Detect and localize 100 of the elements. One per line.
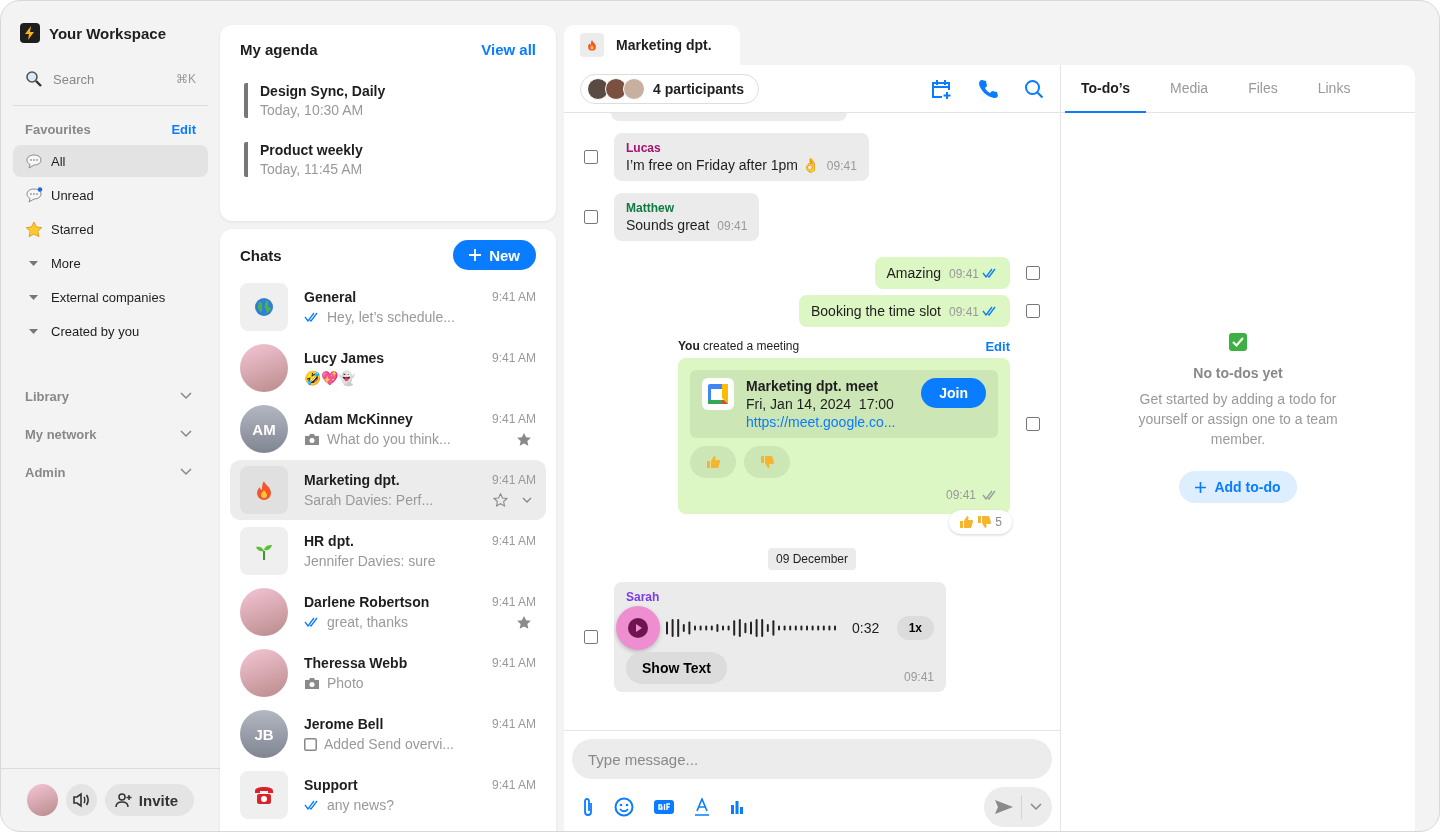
- participants-button[interactable]: 4 participants: [580, 73, 760, 104]
- meeting-caption: You created a meeting: [678, 339, 800, 354]
- panel-tab[interactable]: To-do’s: [1065, 65, 1146, 113]
- chat-list-item[interactable]: Theressa Webb 9:41 AM Photo: [230, 643, 546, 703]
- thumbs-down-icon: [760, 455, 774, 469]
- star-icon[interactable]: [516, 431, 532, 447]
- avatar-photo-placeholder[interactable]: [27, 784, 58, 816]
- chat-time: 9:41 AM: [491, 717, 536, 731]
- add-person-icon: [114, 792, 133, 808]
- chat-list-item[interactable]: AM Adam McKinney 9:41 AM What do you think...: [230, 399, 546, 459]
- chat-time: 9:41 AM: [491, 473, 536, 487]
- chat-time: 9:41 AM: [491, 351, 536, 365]
- message-text: I’m free on Friday after 1pm 👌: [626, 157, 819, 173]
- paperclip-icon[interactable]: [582, 797, 594, 817]
- play-icon: [628, 618, 648, 638]
- message-input[interactable]: Type message...: [572, 739, 1052, 779]
- gif-icon[interactable]: [654, 800, 674, 814]
- new-chat-button[interactable]: New: [453, 240, 536, 270]
- join-button[interactable]: Join: [921, 378, 986, 408]
- agenda-event[interactable]: Design Sync, Daily Today, 10:30 AM: [244, 83, 536, 118]
- message-preview: Hey, let’s schedule...: [327, 309, 455, 325]
- camera-icon: [304, 432, 320, 446]
- chat-time: 9:41 AM: [491, 778, 536, 792]
- message-preview: Jennifer Davies: sure: [304, 553, 436, 569]
- reaction-summary[interactable]: 5: [949, 510, 1012, 534]
- message-preview: What do you think...: [327, 431, 451, 447]
- plus-icon: [469, 249, 482, 261]
- message-checkbox[interactable]: [584, 150, 598, 164]
- conversation-tab[interactable]: Marketing dpt.: [564, 25, 740, 65]
- message-preview: great, thanks: [327, 614, 408, 630]
- thumbs-down-button[interactable]: [744, 446, 790, 478]
- sidebar-item[interactable]: Unread: [13, 179, 208, 211]
- search-icon[interactable]: [1024, 78, 1044, 99]
- chat-name: General: [304, 289, 357, 305]
- fire-icon: [255, 480, 273, 500]
- chat-list-item[interactable]: Lucy James 9:41 AM 🤣💖👻: [230, 338, 546, 398]
- edit-link[interactable]: Edit: [985, 339, 1010, 354]
- show-text-button[interactable]: Show Text: [626, 652, 727, 684]
- text-format-icon[interactable]: [694, 798, 710, 816]
- bar-chart-icon[interactable]: [730, 800, 744, 814]
- double-check-icon: [304, 617, 320, 627]
- message-checkbox[interactable]: [584, 630, 598, 644]
- play-button[interactable]: [616, 606, 660, 650]
- chat-name: HR dpt.: [304, 533, 354, 549]
- chat-list-item[interactable]: Marketing dpt. 9:41 AM Sarah Davies: Perf...: [230, 460, 546, 520]
- sidebar-item[interactable]: All: [13, 145, 208, 177]
- speaker-icon: [72, 792, 91, 808]
- chat-list-item[interactable]: Darlene Robertson 9:41 AM great, thanks: [230, 582, 546, 642]
- search-field[interactable]: Search: [51, 70, 168, 88]
- star-outline-icon[interactable]: [493, 493, 508, 507]
- edit-link[interactable]: Edit: [171, 122, 196, 137]
- message-preview: Sarah Davies: Perf...: [304, 492, 434, 508]
- agenda-event[interactable]: Product weekly Today, 11:45 AM: [244, 142, 536, 177]
- message-checkbox[interactable]: [1026, 304, 1040, 318]
- empty-state-text: Get started by adding a todo for yourself or assign one to a team member.: [1137, 390, 1339, 449]
- sidebar-item[interactable]: Created by you: [13, 315, 208, 347]
- chat-list-item[interactable]: JB Jerome Bell 9:41 AM Added Send overvi...: [230, 704, 546, 764]
- shortcut-hint: ⌘K: [176, 72, 196, 86]
- chevron-icon[interactable]: [522, 497, 532, 503]
- avatar-photo-placeholder: [240, 588, 288, 636]
- checkbox-icon: [304, 737, 317, 751]
- initials-avatar: AM: [240, 405, 288, 453]
- message-checkbox[interactable]: [584, 210, 598, 224]
- star-icon[interactable]: [516, 614, 532, 630]
- thumbs-up-button[interactable]: [690, 446, 736, 478]
- view-all-link[interactable]: View all: [481, 40, 536, 58]
- chat-list-item[interactable]: Support 9:41 AM any news?: [230, 765, 546, 825]
- chat-list-item[interactable]: General 9:41 AM Hey, let’s schedule...: [230, 277, 546, 337]
- sidebar-item[interactable]: External companies: [13, 281, 208, 313]
- invite-button[interactable]: Invite: [104, 784, 194, 816]
- chat-list-item[interactable]: HR dpt. 9:41 AM Jennifer Davies: sure: [230, 521, 546, 581]
- chat-time: 9:41 AM: [491, 290, 536, 304]
- meeting-datetime: Fri, Jan 14, 2024 17:00: [746, 396, 895, 412]
- voice-duration: 0:32: [852, 620, 880, 636]
- chat-name: Lucy James: [304, 350, 385, 366]
- phone-icon[interactable]: [978, 78, 998, 99]
- avatar-photo-placeholder: [240, 344, 288, 392]
- sidebar-item[interactable]: Starred: [13, 213, 208, 245]
- event-title: Design Sync, Daily: [260, 83, 387, 99]
- emoji-icon[interactable]: [614, 797, 634, 817]
- playback-speed-button[interactable]: 1x: [896, 616, 934, 640]
- chevron-icon: [1030, 803, 1043, 811]
- chat-name: Adam McKinney: [304, 411, 413, 427]
- thumbs-up-icon: [959, 515, 974, 529]
- message-checkbox[interactable]: [1026, 266, 1040, 280]
- speaker-button[interactable]: [65, 784, 97, 816]
- calendar-icon: [702, 378, 734, 410]
- message-checkbox[interactable]: [1026, 416, 1040, 431]
- globe-icon: [254, 297, 274, 317]
- date-separator: 09 December: [767, 548, 856, 570]
- sidebar-item[interactable]: More: [13, 247, 208, 279]
- workspace-name: Your Workspace: [49, 24, 166, 42]
- chat-name: Theressa Webb: [304, 655, 408, 671]
- star-icon: [25, 220, 43, 238]
- send-button[interactable]: [984, 787, 1052, 827]
- caret-icon: [29, 328, 38, 334]
- message-preview: Added Send overvi...: [324, 736, 454, 752]
- lightning-logo-icon: [20, 23, 40, 43]
- calendar-plus-icon[interactable]: [930, 77, 952, 100]
- speech-bubble-icon: [25, 152, 43, 170]
